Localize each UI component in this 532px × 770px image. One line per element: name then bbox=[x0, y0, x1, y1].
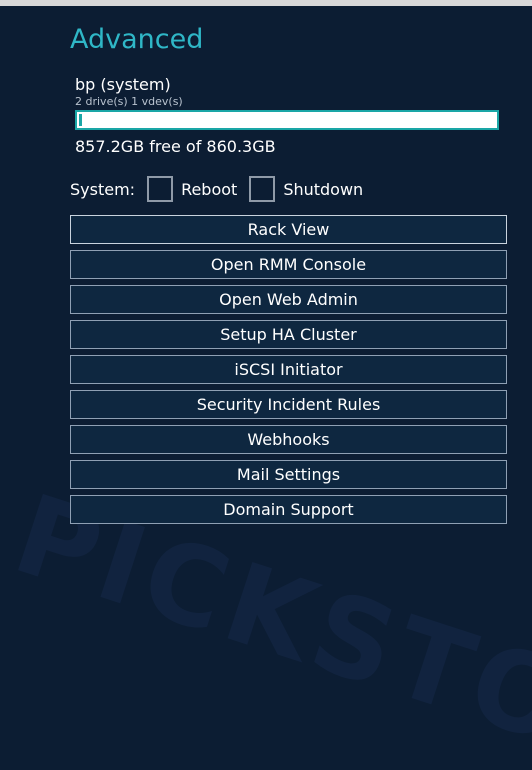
reboot-label[interactable]: Reboot bbox=[181, 180, 237, 199]
system-label: System: bbox=[70, 179, 136, 199]
open-rmm-console-button[interactable]: Open RMM Console bbox=[70, 250, 507, 279]
panel-title: Advanced bbox=[70, 24, 204, 55]
advanced-panel: Advanced bp (system) 2 drive(s) 1 vdev(s… bbox=[0, 0, 532, 553]
pool-usage-bar bbox=[75, 110, 499, 130]
system-controls: System: Reboot Shutdown bbox=[70, 174, 375, 204]
pool-free-space: 857.2GB free of 860.3GB bbox=[75, 137, 276, 156]
iscsi-initiator-button[interactable]: iSCSI Initiator bbox=[70, 355, 507, 384]
shutdown-label[interactable]: Shutdown bbox=[283, 180, 363, 199]
domain-support-button[interactable]: Domain Support bbox=[70, 495, 507, 524]
pool-name: bp (system) bbox=[75, 75, 171, 94]
shutdown-checkbox[interactable] bbox=[249, 176, 276, 202]
action-button-list: Rack View Open RMM Console Open Web Admi… bbox=[70, 215, 507, 530]
pool-usage-fill bbox=[79, 114, 82, 126]
open-web-admin-button[interactable]: Open Web Admin bbox=[70, 285, 507, 314]
rack-view-button[interactable]: Rack View bbox=[70, 215, 507, 244]
setup-ha-cluster-button[interactable]: Setup HA Cluster bbox=[70, 320, 507, 349]
webhooks-button[interactable]: Webhooks bbox=[70, 425, 507, 454]
mail-settings-button[interactable]: Mail Settings bbox=[70, 460, 507, 489]
reboot-checkbox[interactable] bbox=[147, 176, 174, 202]
security-incident-rules-button[interactable]: Security Incident Rules bbox=[70, 390, 507, 419]
pool-subtitle: 2 drive(s) 1 vdev(s) bbox=[75, 95, 183, 108]
